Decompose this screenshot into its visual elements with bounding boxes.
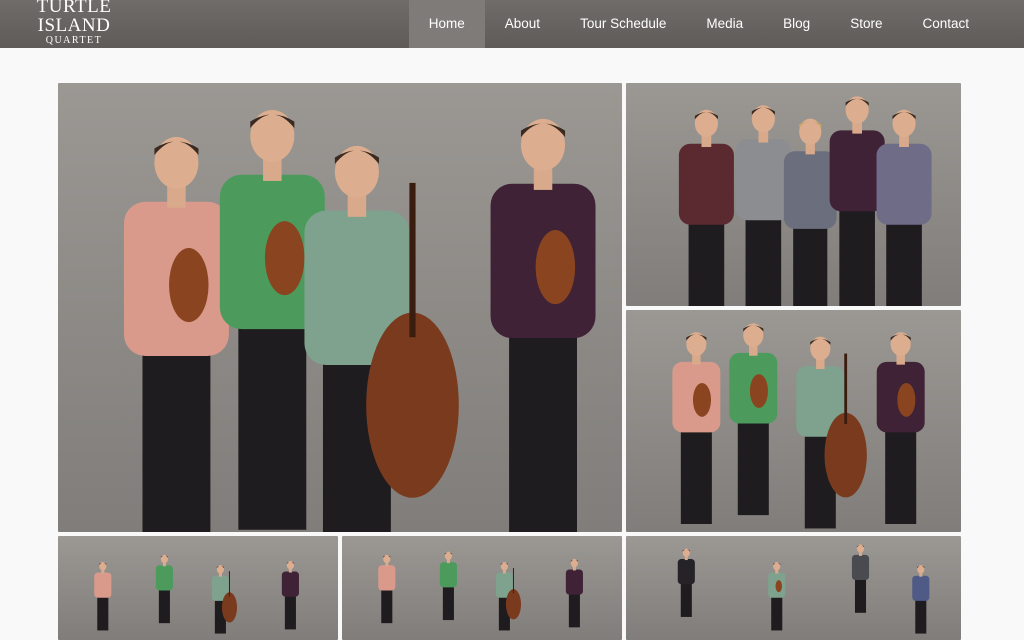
photo-image [342, 536, 622, 640]
site-logo[interactable]: TURTLE ISLAND QUARTET [28, 0, 120, 48]
logo-line-1: TURTLE [36, 0, 112, 17]
nav-blog[interactable]: Blog [763, 0, 830, 48]
photo-image [626, 536, 961, 640]
gallery-photo[interactable] [626, 536, 961, 640]
gallery-photo[interactable] [58, 83, 622, 532]
logo-line-3: QUARTET [45, 35, 103, 46]
nav-tour-schedule[interactable]: Tour Schedule [560, 0, 686, 48]
nav-contact[interactable]: Contact [902, 0, 989, 48]
site-header: TURTLE ISLAND QUARTET Home About Tour Sc… [0, 0, 1024, 48]
logo-line-2: ISLAND [37, 15, 111, 36]
nav-about[interactable]: About [485, 0, 560, 48]
photo-image [58, 536, 338, 640]
gallery-photo[interactable] [58, 536, 338, 640]
main-nav: Home About Tour Schedule Media Blog Stor… [408, 0, 989, 48]
nav-store[interactable]: Store [830, 0, 902, 48]
photo-image [626, 83, 961, 306]
photo-image [58, 83, 622, 532]
photo-image [626, 310, 961, 532]
gallery-photo[interactable] [342, 536, 622, 640]
nav-home[interactable]: Home [408, 0, 485, 48]
gallery-photo[interactable] [626, 310, 961, 532]
gallery-photo[interactable] [626, 83, 961, 306]
nav-media[interactable]: Media [686, 0, 763, 48]
